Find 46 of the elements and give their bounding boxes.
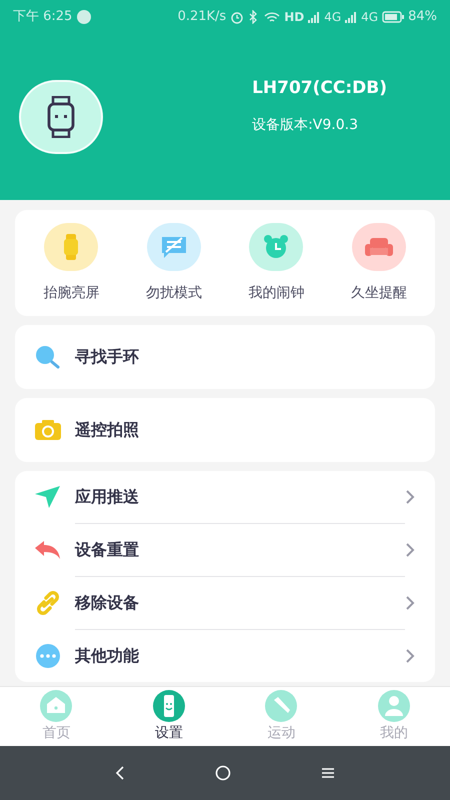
- notification-icon: [76, 9, 92, 25]
- chain-link-icon: [35, 591, 61, 615]
- camera-icon: [35, 420, 61, 440]
- wristband-icon: [44, 222, 98, 270]
- quick-action-button[interactable]: 抬腕亮屏: [20, 222, 122, 304]
- quick-action-button[interactable]: 我的闹钟: [225, 222, 328, 304]
- paper-plane-icon: [35, 485, 61, 509]
- hd-label: HD: [284, 9, 304, 26]
- menu-item[interactable]: 移除设备: [15, 577, 435, 629]
- dots-icon: [35, 643, 61, 669]
- device-version: 设备版本:V9.0.3: [252, 116, 358, 136]
- magnifier-icon: [35, 345, 61, 369]
- battery-percent: 84%: [408, 8, 437, 26]
- chevron-right-icon: [406, 596, 415, 610]
- status-time: 下午 6:25: [13, 8, 72, 26]
- recents-icon[interactable]: [321, 766, 335, 780]
- watch-icon: [47, 96, 75, 138]
- back-icon[interactable]: [115, 765, 125, 781]
- watch-face-icon: [152, 689, 186, 723]
- wifi-icon: [264, 10, 280, 24]
- chevron-right-icon: [406, 490, 415, 504]
- home-icon[interactable]: [215, 765, 231, 781]
- nav-tab[interactable]: 设置: [112, 687, 225, 746]
- battery-icon: [382, 11, 404, 23]
- quick-action-button[interactable]: 勿扰模式: [122, 222, 225, 304]
- feature-card-button[interactable]: 遥控拍照: [15, 398, 435, 462]
- chevron-right-icon: [406, 649, 415, 663]
- signal-icon: [345, 12, 358, 22]
- network-speed: 0.21K/s: [178, 8, 226, 26]
- feature-card-button[interactable]: 寻找手环: [15, 325, 435, 389]
- sofa-icon: [352, 222, 406, 270]
- network-type: 4G: [324, 9, 342, 26]
- menu-item[interactable]: 其他功能: [15, 630, 435, 682]
- house-icon: [39, 689, 74, 723]
- person-icon: [376, 689, 411, 723]
- alarm-clock-icon: [249, 222, 304, 270]
- network-type: 4G: [361, 9, 378, 26]
- crossed-message-icon: [146, 222, 201, 270]
- alarm-icon: [230, 10, 244, 24]
- signal-icon: [308, 12, 320, 22]
- device-name: LH707(CC:DB): [252, 76, 387, 100]
- menu-item[interactable]: 设备重置: [15, 524, 435, 576]
- chevron-right-icon: [406, 543, 415, 557]
- curved-arrow-icon: [35, 540, 61, 560]
- quick-action-button[interactable]: 久坐提醒: [328, 222, 430, 304]
- menu-item[interactable]: 应用推送: [15, 471, 435, 523]
